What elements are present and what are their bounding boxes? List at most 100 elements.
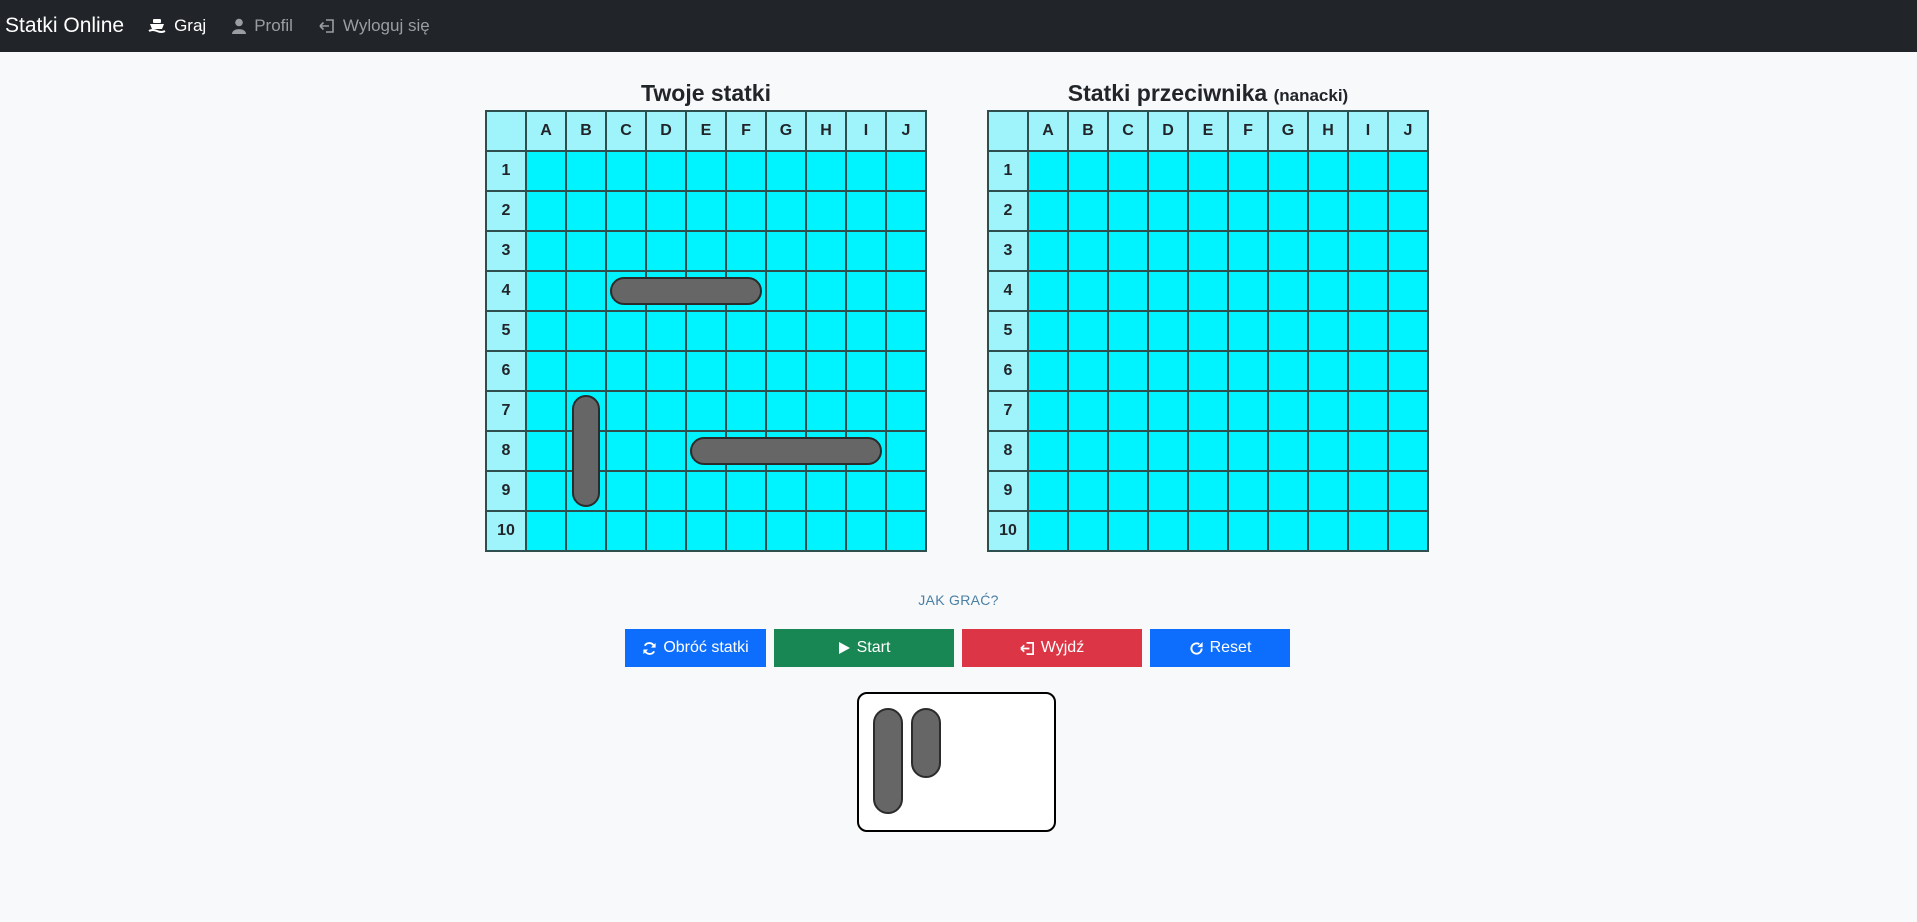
player-cell-E10[interactable] <box>687 512 727 552</box>
opponent-cell-F5[interactable] <box>1229 312 1269 352</box>
brand-logo[interactable]: Statki Online <box>5 14 124 38</box>
opponent-cell-J3[interactable] <box>1389 232 1429 272</box>
player-cell-G7[interactable] <box>767 392 807 432</box>
player-cell-D10[interactable] <box>647 512 687 552</box>
opponent-cell-A2[interactable] <box>1029 192 1069 232</box>
opponent-cell-C10[interactable] <box>1109 512 1149 552</box>
opponent-cell-H2[interactable] <box>1309 192 1349 232</box>
player-cell-J4[interactable] <box>887 272 927 312</box>
player-cell-A4[interactable] <box>527 272 567 312</box>
player-cell-C6[interactable] <box>607 352 647 392</box>
player-cell-A2[interactable] <box>527 192 567 232</box>
opponent-cell-F2[interactable] <box>1229 192 1269 232</box>
opponent-cell-F10[interactable] <box>1229 512 1269 552</box>
player-cell-I6[interactable] <box>847 352 887 392</box>
player-cell-B1[interactable] <box>567 152 607 192</box>
player-cell-F2[interactable] <box>727 192 767 232</box>
player-cell-H2[interactable] <box>807 192 847 232</box>
placed-ship[interactable] <box>572 395 600 507</box>
player-cell-E7[interactable] <box>687 392 727 432</box>
opponent-cell-B9[interactable] <box>1069 472 1109 512</box>
opponent-cell-C9[interactable] <box>1109 472 1149 512</box>
player-cell-I1[interactable] <box>847 152 887 192</box>
opponent-cell-I3[interactable] <box>1349 232 1389 272</box>
player-cell-A5[interactable] <box>527 312 567 352</box>
opponent-cell-C8[interactable] <box>1109 432 1149 472</box>
player-cell-C1[interactable] <box>607 152 647 192</box>
player-cell-B6[interactable] <box>567 352 607 392</box>
player-cell-C2[interactable] <box>607 192 647 232</box>
player-cell-B4[interactable] <box>567 272 607 312</box>
player-cell-J10[interactable] <box>887 512 927 552</box>
opponent-cell-C4[interactable] <box>1109 272 1149 312</box>
opponent-cell-B7[interactable] <box>1069 392 1109 432</box>
opponent-cell-D7[interactable] <box>1149 392 1189 432</box>
opponent-cell-H5[interactable] <box>1309 312 1349 352</box>
opponent-cell-C6[interactable] <box>1109 352 1149 392</box>
player-cell-G5[interactable] <box>767 312 807 352</box>
opponent-cell-E8[interactable] <box>1189 432 1229 472</box>
opponent-cell-E10[interactable] <box>1189 512 1229 552</box>
opponent-cell-F1[interactable] <box>1229 152 1269 192</box>
opponent-cell-I10[interactable] <box>1349 512 1389 552</box>
opponent-cell-F4[interactable] <box>1229 272 1269 312</box>
opponent-cell-A3[interactable] <box>1029 232 1069 272</box>
opponent-cell-E4[interactable] <box>1189 272 1229 312</box>
opponent-cell-G7[interactable] <box>1269 392 1309 432</box>
player-cell-F1[interactable] <box>727 152 767 192</box>
opponent-cell-E6[interactable] <box>1189 352 1229 392</box>
opponent-cell-H9[interactable] <box>1309 472 1349 512</box>
opponent-cell-J7[interactable] <box>1389 392 1429 432</box>
opponent-cell-D1[interactable] <box>1149 152 1189 192</box>
player-cell-H1[interactable] <box>807 152 847 192</box>
opponent-cell-H8[interactable] <box>1309 432 1349 472</box>
opponent-cell-A7[interactable] <box>1029 392 1069 432</box>
opponent-cell-D3[interactable] <box>1149 232 1189 272</box>
opponent-cell-E2[interactable] <box>1189 192 1229 232</box>
player-cell-C3[interactable] <box>607 232 647 272</box>
player-cell-J6[interactable] <box>887 352 927 392</box>
opponent-cell-F9[interactable] <box>1229 472 1269 512</box>
player-cell-B5[interactable] <box>567 312 607 352</box>
player-cell-D1[interactable] <box>647 152 687 192</box>
opponent-cell-D4[interactable] <box>1149 272 1189 312</box>
opponent-cell-H6[interactable] <box>1309 352 1349 392</box>
opponent-cell-J6[interactable] <box>1389 352 1429 392</box>
player-cell-J2[interactable] <box>887 192 927 232</box>
player-cell-I5[interactable] <box>847 312 887 352</box>
player-cell-H9[interactable] <box>807 472 847 512</box>
opponent-cell-I5[interactable] <box>1349 312 1389 352</box>
player-cell-D9[interactable] <box>647 472 687 512</box>
unplaced-ship[interactable] <box>911 708 941 778</box>
player-cell-C10[interactable] <box>607 512 647 552</box>
player-cell-J5[interactable] <box>887 312 927 352</box>
player-cell-C7[interactable] <box>607 392 647 432</box>
player-cell-B10[interactable] <box>567 512 607 552</box>
opponent-cell-G2[interactable] <box>1269 192 1309 232</box>
player-cell-I7[interactable] <box>847 392 887 432</box>
player-cell-E6[interactable] <box>687 352 727 392</box>
player-cell-I10[interactable] <box>847 512 887 552</box>
player-cell-I4[interactable] <box>847 272 887 312</box>
opponent-cell-F8[interactable] <box>1229 432 1269 472</box>
player-cell-A9[interactable] <box>527 472 567 512</box>
how-to-play-link[interactable]: JAK GRAĆ? <box>0 592 1917 608</box>
opponent-cell-B5[interactable] <box>1069 312 1109 352</box>
player-cell-A7[interactable] <box>527 392 567 432</box>
player-cell-F9[interactable] <box>727 472 767 512</box>
opponent-cell-E1[interactable] <box>1189 152 1229 192</box>
player-cell-G10[interactable] <box>767 512 807 552</box>
opponent-cell-J5[interactable] <box>1389 312 1429 352</box>
opponent-cell-B6[interactable] <box>1069 352 1109 392</box>
opponent-cell-I9[interactable] <box>1349 472 1389 512</box>
player-cell-A8[interactable] <box>527 432 567 472</box>
player-cell-I9[interactable] <box>847 472 887 512</box>
opponent-cell-G10[interactable] <box>1269 512 1309 552</box>
player-cell-H10[interactable] <box>807 512 847 552</box>
opponent-cell-I2[interactable] <box>1349 192 1389 232</box>
player-cell-G9[interactable] <box>767 472 807 512</box>
rotate-ships-button[interactable]: Obróć statki <box>625 629 766 667</box>
player-cell-E3[interactable] <box>687 232 727 272</box>
opponent-cell-F6[interactable] <box>1229 352 1269 392</box>
nav-item-wyloguj[interactable]: Wyloguj się <box>319 16 430 36</box>
